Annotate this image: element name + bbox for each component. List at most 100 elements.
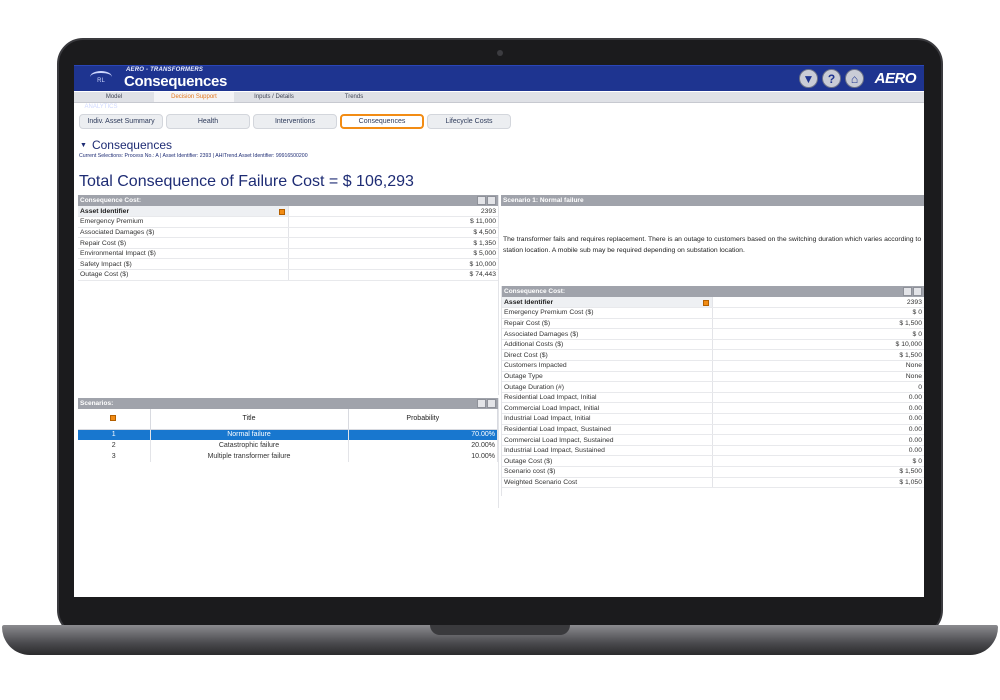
maximize-icon[interactable] (487, 196, 496, 205)
app-screen: RL ANALYTICS AERO - TRANSFORMERS Consequ… (74, 65, 924, 597)
table-row: Direct Cost ($) $ 1,500 (502, 349, 924, 362)
selection-marker-icon[interactable] (110, 415, 117, 422)
clear-selection-icon[interactable] (477, 196, 486, 205)
table-row: Repair Cost ($) $ 1,500 (502, 318, 924, 330)
home-icon[interactable]: ⌂ (845, 69, 864, 88)
panel-buttons (477, 399, 496, 408)
table-row: Customers Impacted None (502, 360, 924, 372)
row-label: Emergency Premium Cost ($) (502, 307, 712, 319)
consequence-cost-panel: Consequence Cost: Asset Identifier 2393 … (78, 195, 499, 395)
row-value: None (711, 360, 924, 372)
brand-logo: AERO (874, 70, 917, 87)
table-row: Outage Cost ($) $ 0 (502, 455, 924, 467)
subtab-lifecycle-costs[interactable]: Lifecycle Costs (427, 114, 511, 129)
table-row: Asset Identifier 2393 (78, 206, 498, 218)
selection-marker-icon[interactable] (278, 208, 285, 215)
tab-decision-support[interactable]: Decision Support (154, 92, 234, 102)
row-value: 0.00 (711, 392, 924, 404)
row-index: 1 (78, 429, 151, 440)
table-row: Industrial Load Impact, Sustained 0.00 (502, 445, 924, 457)
row-index: 3 (78, 451, 151, 462)
selection-marker-icon[interactable] (702, 299, 709, 306)
logo-wing-icon (90, 71, 112, 83)
table-row: Safety Impact ($) $ 10,000 (78, 258, 498, 271)
panel-header: Scenarios: (78, 398, 498, 409)
row-probability: 20.00% (348, 440, 498, 451)
panel-buttons (477, 196, 496, 205)
row-label: Customers Impacted (502, 360, 712, 372)
table-row: Asset Identifier 2393 (502, 297, 924, 309)
row-label: Associated Damages ($) (502, 328, 712, 340)
table-row: Additional Costs ($) $ 10,000 (502, 339, 924, 351)
table-row: Commercial Load Impact, Sustained 0.00 (502, 434, 924, 446)
table-row: Commercial Load Impact, Initial 0.00 (502, 402, 924, 415)
section-header[interactable]: ▼ Consequences (80, 138, 172, 152)
column-header-probability[interactable]: Probability (348, 409, 498, 430)
sort-column-header[interactable] (78, 409, 151, 430)
collapse-triangle-icon[interactable]: ▼ (80, 142, 87, 149)
consequence-cost-table: Asset Identifier 2393 Emergency Premium $… (78, 206, 498, 281)
maximize-icon[interactable] (913, 287, 922, 296)
row-probability: 70.00% (348, 429, 498, 440)
table-row[interactable]: 1 Normal failure 70.00% (78, 429, 498, 440)
table-row: Associated Damages ($) $ 4,500 (78, 227, 498, 239)
row-label: Asset Identifier (502, 297, 712, 309)
header-icon-group: ▼ ? ⌂ (799, 69, 864, 88)
row-value: $ 0 (711, 455, 924, 467)
row-value: 0 (711, 381, 924, 393)
row-value: None (711, 371, 924, 383)
row-label: Environmental Impact ($) (78, 248, 288, 260)
help-icon[interactable]: ? (822, 69, 841, 88)
row-label: Outage Duration (#) (502, 381, 712, 393)
table-row[interactable]: 3 Multiple transformer failure 10.00% (78, 451, 498, 462)
row-label: Outage Type (502, 371, 712, 383)
scenario-description-panel: Scenario 1: Normal failure The transform… (501, 195, 924, 283)
row-value: 2393 (711, 297, 924, 309)
maximize-icon[interactable] (487, 399, 496, 408)
table-row: Environmental Impact ($) $ 5,000 (78, 248, 498, 260)
clear-selection-icon[interactable] (903, 287, 912, 296)
row-label: Emergency Premium (78, 216, 288, 228)
panel-title: Consequence Cost: (504, 288, 566, 295)
row-value: $ 10,000 (711, 339, 924, 351)
row-label: Repair Cost ($) (502, 318, 712, 330)
row-label: Industrial Load Impact, Sustained (502, 445, 712, 457)
scenario-cost-panel: Consequence Cost: Asset Identifier 2393 … (501, 286, 924, 496)
row-label: Associated Damages ($) (78, 227, 288, 239)
column-header-title[interactable]: Title (150, 409, 349, 430)
laptop-frame: RL ANALYTICS AERO - TRANSFORMERS Consequ… (0, 0, 1000, 700)
subtab-interventions[interactable]: Interventions (253, 114, 337, 129)
row-label: Commercial Load Impact, Sustained (502, 434, 712, 446)
filter-icon[interactable]: ▼ (799, 69, 818, 88)
panel-title: Scenarios: (80, 400, 114, 407)
app-header: RL ANALYTICS AERO - TRANSFORMERS Consequ… (74, 65, 924, 110)
clear-selection-icon[interactable] (477, 399, 486, 408)
table-row[interactable]: 2 Catastrophic failure 20.00% (78, 440, 498, 451)
tab-inputs-details[interactable]: Inputs / Details (234, 92, 314, 102)
row-value: $ 4,500 (287, 227, 498, 239)
row-label: Outage Cost ($) (502, 455, 712, 467)
row-value: 0.00 (711, 434, 924, 446)
scenarios-panel: Scenarios: Title Probability 1 Normal fa… (78, 398, 499, 508)
tab-trends[interactable]: Trends (314, 92, 394, 102)
row-title: Catastrophic failure (150, 440, 349, 451)
row-value: 2393 (287, 206, 498, 218)
row-label: Weighted Scenario Cost (502, 477, 712, 489)
subtab-indiv-asset-summary[interactable]: Indiv. Asset Summary (79, 114, 163, 129)
tab-model[interactable]: Model (74, 92, 154, 102)
row-index: 2 (78, 440, 151, 451)
subtab-health[interactable]: Health (166, 114, 250, 129)
row-title: Multiple transformer failure (150, 451, 349, 462)
row-label: Asset Identifier (78, 206, 288, 218)
row-label: Direct Cost ($) (502, 349, 712, 362)
subtab-consequences[interactable]: Consequences (340, 114, 424, 129)
table-row: Residential Load Impact, Initial 0.00 (502, 392, 924, 404)
row-value: $ 74,443 (287, 269, 498, 281)
table-row: Emergency Premium $ 11,000 (78, 216, 498, 228)
table-row: Repair Cost ($) $ 1,350 (78, 237, 498, 249)
table-row: Residential Load Impact, Sustained 0.00 (502, 424, 924, 436)
scenario-description: The transformer fails and requires repla… (503, 236, 922, 254)
company-logo: RL ANALYTICS (84, 68, 118, 110)
row-value: $ 0 (711, 307, 924, 319)
webcam (497, 50, 503, 56)
